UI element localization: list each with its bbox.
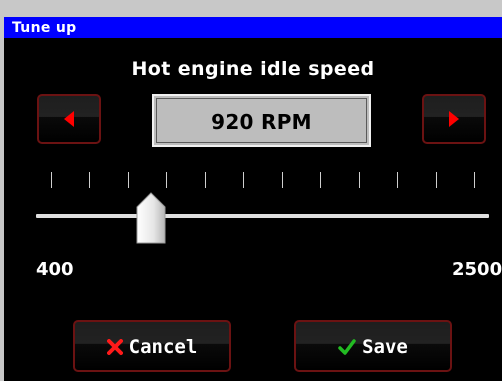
slider-min-label: 400 — [36, 259, 74, 280]
setting-heading: Hot engine idle speed — [131, 58, 375, 80]
slider-tick — [166, 172, 167, 188]
cancel-button[interactable]: Cancel — [73, 320, 231, 372]
save-button[interactable]: Save — [294, 320, 452, 372]
slider-tick — [359, 172, 360, 188]
slider-max-label: 2500 — [452, 259, 502, 280]
slider-tick — [282, 172, 283, 188]
checkmark-icon — [338, 339, 356, 355]
slider-tick — [397, 172, 398, 188]
slider-tick — [205, 172, 206, 188]
left-arrow-icon — [64, 111, 74, 127]
title-bar: Tune up — [4, 17, 502, 38]
value-display: 920 RPM — [152, 94, 371, 147]
increase-button[interactable] — [422, 94, 486, 144]
slider-tick — [128, 172, 129, 188]
save-label: Save — [362, 336, 408, 358]
slider-tick — [89, 172, 90, 188]
slider-thumb[interactable] — [136, 192, 166, 244]
slider-track[interactable] — [36, 214, 489, 218]
decrease-button[interactable] — [37, 94, 101, 144]
slider-tick — [474, 172, 475, 188]
slider-tick — [51, 172, 52, 188]
cancel-label: Cancel — [128, 336, 198, 358]
right-arrow-icon — [449, 111, 459, 127]
window-top-border — [0, 0, 502, 17]
slider-tick — [436, 172, 437, 188]
slider-tick — [320, 172, 321, 188]
tune-up-window: Tune up Hot engine idle speed 920 RPM 40… — [0, 0, 502, 381]
slider-tick — [243, 172, 244, 188]
window-title: Tune up — [12, 20, 77, 36]
x-icon — [106, 339, 123, 355]
rpm-value: 920 RPM — [211, 110, 312, 134]
